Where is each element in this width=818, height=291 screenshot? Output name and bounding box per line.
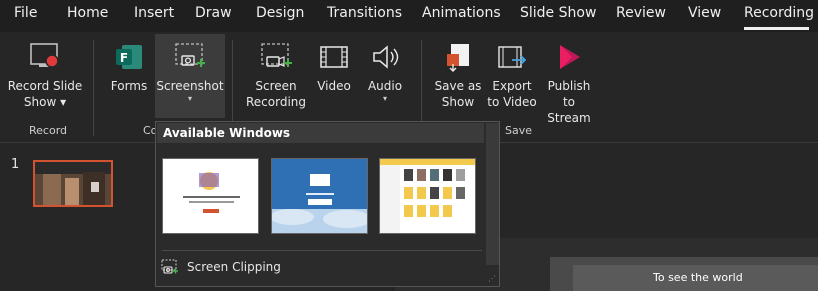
available-windows-header: Available Windows bbox=[157, 123, 484, 143]
audio-dropdown-arrow[interactable]: ▾ bbox=[364, 94, 406, 104]
screenshot-button[interactable]: Screenshot ▾ bbox=[155, 42, 225, 104]
speaker-icon bbox=[373, 45, 399, 69]
active-tab-indicator bbox=[744, 27, 809, 30]
available-window-3[interactable] bbox=[379, 158, 476, 234]
tab-recording[interactable]: Recording bbox=[744, 5, 814, 21]
tab-animations[interactable]: Animations bbox=[422, 5, 501, 21]
available-window-2[interactable] bbox=[271, 158, 368, 234]
tab-home[interactable]: Home bbox=[67, 5, 108, 21]
group-separator bbox=[93, 40, 94, 136]
screenshot-dropdown: Available Windows Screen Clipping ⋰ bbox=[155, 121, 500, 287]
screen-recording-icon bbox=[261, 43, 292, 67]
screenshot-icon bbox=[175, 43, 205, 67]
screenshot-dropdown-arrow[interactable]: ▾ bbox=[155, 94, 225, 104]
tab-insert[interactable]: Insert bbox=[134, 5, 174, 21]
dropdown-separator bbox=[162, 250, 482, 251]
slide-text: To see the world bbox=[653, 271, 743, 284]
save-as-show-button[interactable]: Save as Show bbox=[433, 42, 483, 110]
save-as-show-label-2: Show bbox=[441, 95, 475, 109]
tab-draw[interactable]: Draw bbox=[195, 5, 232, 21]
save-as-show-label-1: Save as bbox=[434, 79, 482, 93]
window-1-preview bbox=[163, 159, 258, 233]
forms-icon: F bbox=[116, 45, 142, 69]
tab-view[interactable]: View bbox=[688, 5, 721, 21]
tab-review[interactable]: Review bbox=[616, 5, 666, 21]
group-label-record: Record bbox=[29, 124, 68, 137]
record-slide-show-label-2: Show ▾ bbox=[23, 95, 67, 109]
record-slide-show-label-1: Record Slide bbox=[7, 79, 83, 93]
svg-text:F: F bbox=[120, 51, 128, 65]
publish-to-stream-label-2: to Stream bbox=[547, 95, 591, 125]
export-to-video-label-1: Export bbox=[492, 79, 532, 93]
export-to-video-button[interactable]: Export to Video bbox=[486, 42, 538, 110]
tab-slide-show[interactable]: Slide Show bbox=[520, 5, 596, 21]
export-video-icon bbox=[498, 46, 527, 68]
tab-design[interactable]: Design bbox=[256, 5, 304, 21]
forms-label: Forms bbox=[110, 79, 148, 93]
tab-transitions[interactable]: Transitions bbox=[327, 5, 402, 21]
record-slide-show-button[interactable]: Record Slide Show ▾ bbox=[6, 42, 84, 110]
save-as-show-icon bbox=[447, 44, 469, 72]
audio-label: Audio bbox=[367, 79, 403, 93]
forms-button[interactable]: F Forms bbox=[106, 42, 152, 94]
video-button[interactable]: Video bbox=[314, 42, 354, 94]
record-slide-show-icon bbox=[30, 43, 59, 68]
film-strip-icon bbox=[320, 46, 348, 68]
screen-clipping-label: Screen Clipping bbox=[187, 260, 281, 274]
slide-thumbnail-image bbox=[35, 162, 111, 205]
video-label: Video bbox=[317, 79, 351, 93]
menu-bar: File Home Insert Draw Design Transitions… bbox=[0, 0, 818, 32]
resize-grip-icon[interactable]: ⋰ bbox=[488, 274, 496, 283]
screen-clipping-icon bbox=[161, 259, 178, 274]
screenshot-label: Screenshot bbox=[156, 79, 224, 93]
screen-recording-button[interactable]: Screen Recording bbox=[244, 42, 308, 110]
available-window-1[interactable] bbox=[162, 158, 259, 234]
publish-to-stream-button[interactable]: Publish to Stream bbox=[540, 42, 598, 126]
screen-recording-label-1: Screen bbox=[255, 79, 297, 93]
slide-thumbnail[interactable] bbox=[33, 160, 113, 207]
window-3-preview bbox=[380, 159, 475, 233]
dropdown-scrollbar[interactable] bbox=[486, 123, 499, 265]
group-label-save: Save bbox=[505, 124, 533, 137]
window-2-preview bbox=[272, 159, 367, 233]
export-to-video-label-2: to Video bbox=[487, 95, 537, 109]
audio-button[interactable]: Audio ▾ bbox=[364, 42, 406, 104]
tab-file[interactable]: File bbox=[14, 5, 37, 21]
screen-clipping-option[interactable]: Screen Clipping bbox=[161, 257, 281, 277]
screen-recording-label-2: Recording bbox=[245, 95, 307, 109]
stream-icon bbox=[560, 45, 580, 69]
publish-to-stream-label-1: Publish bbox=[547, 79, 591, 93]
slide-number: 1 bbox=[11, 157, 20, 172]
